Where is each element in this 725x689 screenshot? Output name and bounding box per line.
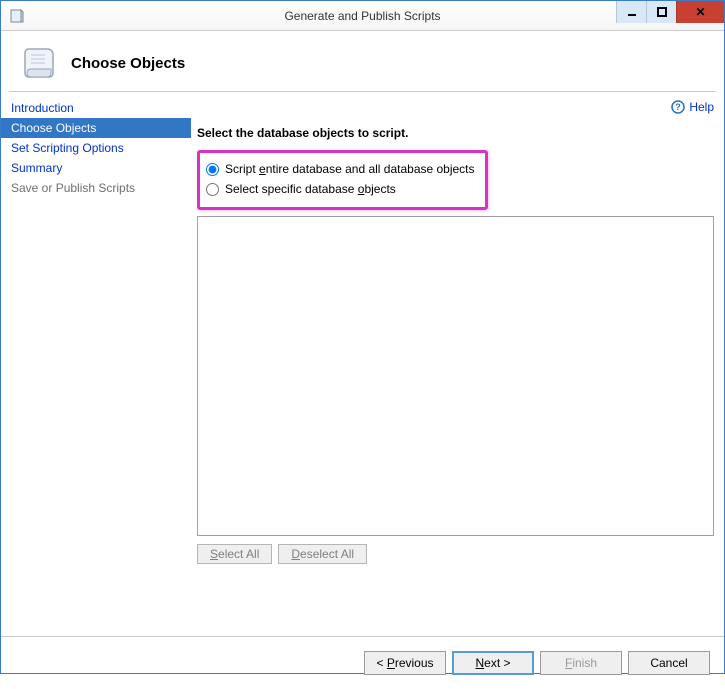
app-icon bbox=[9, 8, 25, 24]
titlebar: Generate and Publish Scripts ✕ bbox=[1, 1, 724, 31]
cancel-button[interactable]: Cancel bbox=[628, 651, 710, 675]
nav-scripting-options[interactable]: Set Scripting Options bbox=[1, 138, 191, 158]
radio-specific-input[interactable] bbox=[206, 183, 219, 196]
select-all-button: Select All bbox=[197, 544, 272, 564]
page-title: Choose Objects bbox=[71, 55, 185, 72]
window-controls: ✕ bbox=[616, 1, 724, 23]
scroll-icon bbox=[19, 43, 59, 83]
selection-buttons: Select All Deselect All bbox=[197, 544, 714, 564]
previous-button[interactable]: < Previous bbox=[364, 651, 446, 675]
footer: < Previous Next > Finish Cancel bbox=[1, 636, 724, 689]
radio-entire-input[interactable] bbox=[206, 163, 219, 176]
help-link[interactable]: Help bbox=[689, 100, 714, 114]
radio-specific-label: Select specific database objects bbox=[225, 182, 396, 196]
content: ? Help Select the database objects to sc… bbox=[191, 92, 724, 632]
help-icon: ? bbox=[671, 100, 685, 114]
help-row: ? Help bbox=[197, 100, 714, 114]
deselect-all-button: Deselect All bbox=[278, 544, 367, 564]
objects-listbox bbox=[197, 216, 714, 536]
header: Choose Objects bbox=[1, 31, 724, 91]
next-button[interactable]: Next > bbox=[452, 651, 534, 675]
window-title: Generate and Publish Scripts bbox=[284, 9, 440, 23]
svg-text:?: ? bbox=[676, 102, 682, 112]
radio-specific-objects[interactable]: Select specific database objects bbox=[206, 179, 475, 199]
radio-entire-database[interactable]: Script entire database and all database … bbox=[206, 159, 475, 179]
finish-button: Finish bbox=[540, 651, 622, 675]
maximize-button[interactable] bbox=[646, 1, 676, 23]
sidebar: Introduction Choose Objects Set Scriptin… bbox=[1, 92, 191, 632]
close-button[interactable]: ✕ bbox=[676, 1, 724, 23]
minimize-button[interactable] bbox=[616, 1, 646, 23]
instruction-text: Select the database objects to script. bbox=[197, 126, 714, 140]
nav-summary[interactable]: Summary bbox=[1, 158, 191, 178]
nav-introduction[interactable]: Introduction bbox=[1, 98, 191, 118]
body: Introduction Choose Objects Set Scriptin… bbox=[1, 92, 724, 632]
radio-group-highlight: Script entire database and all database … bbox=[197, 150, 488, 210]
radio-entire-label: Script entire database and all database … bbox=[225, 162, 475, 176]
nav-choose-objects[interactable]: Choose Objects bbox=[1, 118, 191, 138]
nav-save-publish: Save or Publish Scripts bbox=[1, 178, 191, 198]
